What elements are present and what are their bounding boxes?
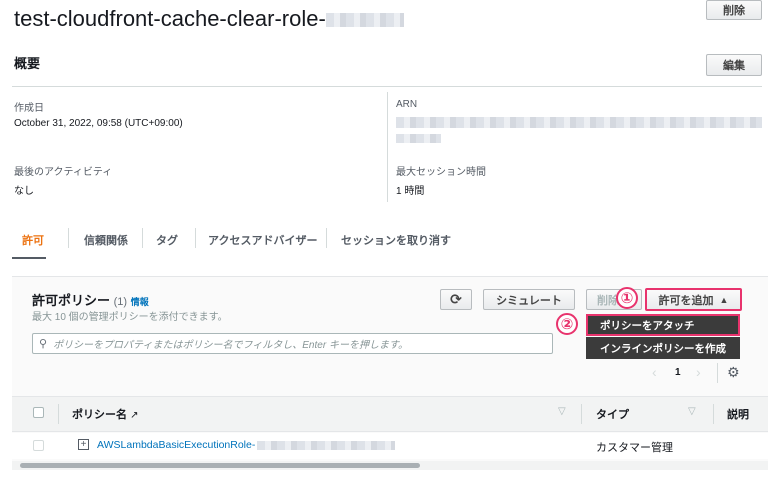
policy-name-link[interactable]: AWSLambdaBasicExecutionRole-: [97, 439, 396, 451]
column-divider: [387, 92, 388, 202]
max-session-value: 1 時間: [396, 186, 425, 197]
add-permissions-label: 許可を追加: [658, 294, 714, 307]
policy-type: カスタマー管理: [596, 442, 673, 454]
policy-name: AWSLambdaBasicExecutionRole-: [97, 439, 256, 451]
divider: [58, 404, 59, 424]
tab-divider: [68, 228, 69, 248]
add-permissions-button[interactable]: 許可を追加 ▲: [645, 288, 742, 311]
row-checkbox[interactable]: [33, 440, 44, 451]
arn-value-redacted: [396, 134, 441, 143]
tab-tags[interactable]: タグ: [156, 232, 178, 248]
policy-name-header: ポリシー名: [72, 409, 127, 421]
pagination-prev[interactable]: ‹: [652, 364, 657, 380]
redacted: [257, 440, 396, 450]
horizontal-scrollbar[interactable]: [12, 461, 768, 470]
active-tab-underline: [12, 257, 46, 259]
summary-heading: 概要: [14, 56, 41, 71]
policies-subtitle: 最大 10 個の管理ポリシーを添付できます。: [32, 312, 228, 323]
column-header-type[interactable]: タイプ: [596, 406, 629, 422]
divider: [581, 404, 582, 424]
policies-count: (1): [113, 296, 128, 308]
external-link-icon: ↗: [130, 410, 139, 421]
expand-icon[interactable]: +: [78, 439, 89, 450]
delete-role-button[interactable]: 削除: [706, 0, 762, 20]
role-name: test-cloudfront-cache-clear-role-: [14, 6, 326, 31]
policies-title: 許可ポリシー (1) 情報: [32, 290, 149, 309]
max-session-label: 最大セッション時間: [396, 167, 486, 178]
refresh-icon: ⟳: [450, 291, 462, 307]
created-value: October 31, 2022, 09:58 (UTC+09:00): [14, 118, 183, 129]
scrollbar-thumb[interactable]: [20, 463, 420, 468]
select-all-checkbox[interactable]: [33, 407, 44, 418]
tab-permissions[interactable]: 許可: [22, 232, 44, 248]
annotation-1: ①: [616, 287, 638, 309]
refresh-button[interactable]: ⟳: [440, 289, 472, 310]
edit-button[interactable]: 編集: [706, 54, 762, 76]
simulate-button[interactable]: シミュレート: [483, 289, 575, 310]
page-title: test-cloudfront-cache-clear-role-: [14, 6, 404, 32]
tab-divider: [142, 228, 143, 248]
menu-attach-policy[interactable]: ポリシーをアタッチ: [586, 314, 740, 336]
tab-trust[interactable]: 信頼関係: [84, 232, 128, 248]
sort-icon[interactable]: ▽: [688, 406, 696, 417]
created-label: 作成日: [14, 103, 44, 114]
policies-title-text: 許可ポリシー: [32, 293, 111, 308]
last-activity-value: なし: [14, 186, 34, 197]
column-header-policy-name[interactable]: ポリシー名 ↗: [72, 406, 138, 422]
divider: [713, 404, 714, 424]
tab-divider: [195, 228, 196, 248]
last-activity-label: 最後のアクティビティ: [14, 167, 113, 178]
search-input[interactable]: ⚲ ポリシーをプロパティまたはポリシー名でフィルタし、Enter キーを押します…: [32, 333, 553, 354]
tab-access-advisor[interactable]: アクセスアドバイザー: [208, 232, 317, 248]
caret-up-icon: ▲: [719, 294, 729, 305]
redacted: [325, 13, 404, 28]
tab-divider: [326, 228, 327, 248]
arn-value-redacted: [396, 117, 762, 128]
search-icon: ⚲: [39, 338, 48, 350]
settings-gear-icon[interactable]: ⚙: [727, 364, 740, 381]
search-placeholder: ポリシーをプロパティまたはポリシー名でフィルタし、Enter キーを押します。: [53, 340, 408, 351]
column-header-description[interactable]: 説明: [727, 406, 749, 422]
annotation-2: ②: [556, 313, 578, 335]
page-number[interactable]: 1: [675, 367, 681, 378]
info-link[interactable]: 情報: [131, 297, 149, 307]
pagination-next[interactable]: ›: [696, 364, 701, 380]
divider: [717, 363, 718, 383]
tab-revoke-sessions[interactable]: セッションを取り消す: [341, 232, 451, 248]
divider: [12, 86, 762, 87]
sort-icon[interactable]: ▽: [558, 406, 566, 417]
menu-create-inline-policy[interactable]: インラインポリシーを作成: [586, 337, 740, 359]
arn-label: ARN: [396, 99, 418, 110]
